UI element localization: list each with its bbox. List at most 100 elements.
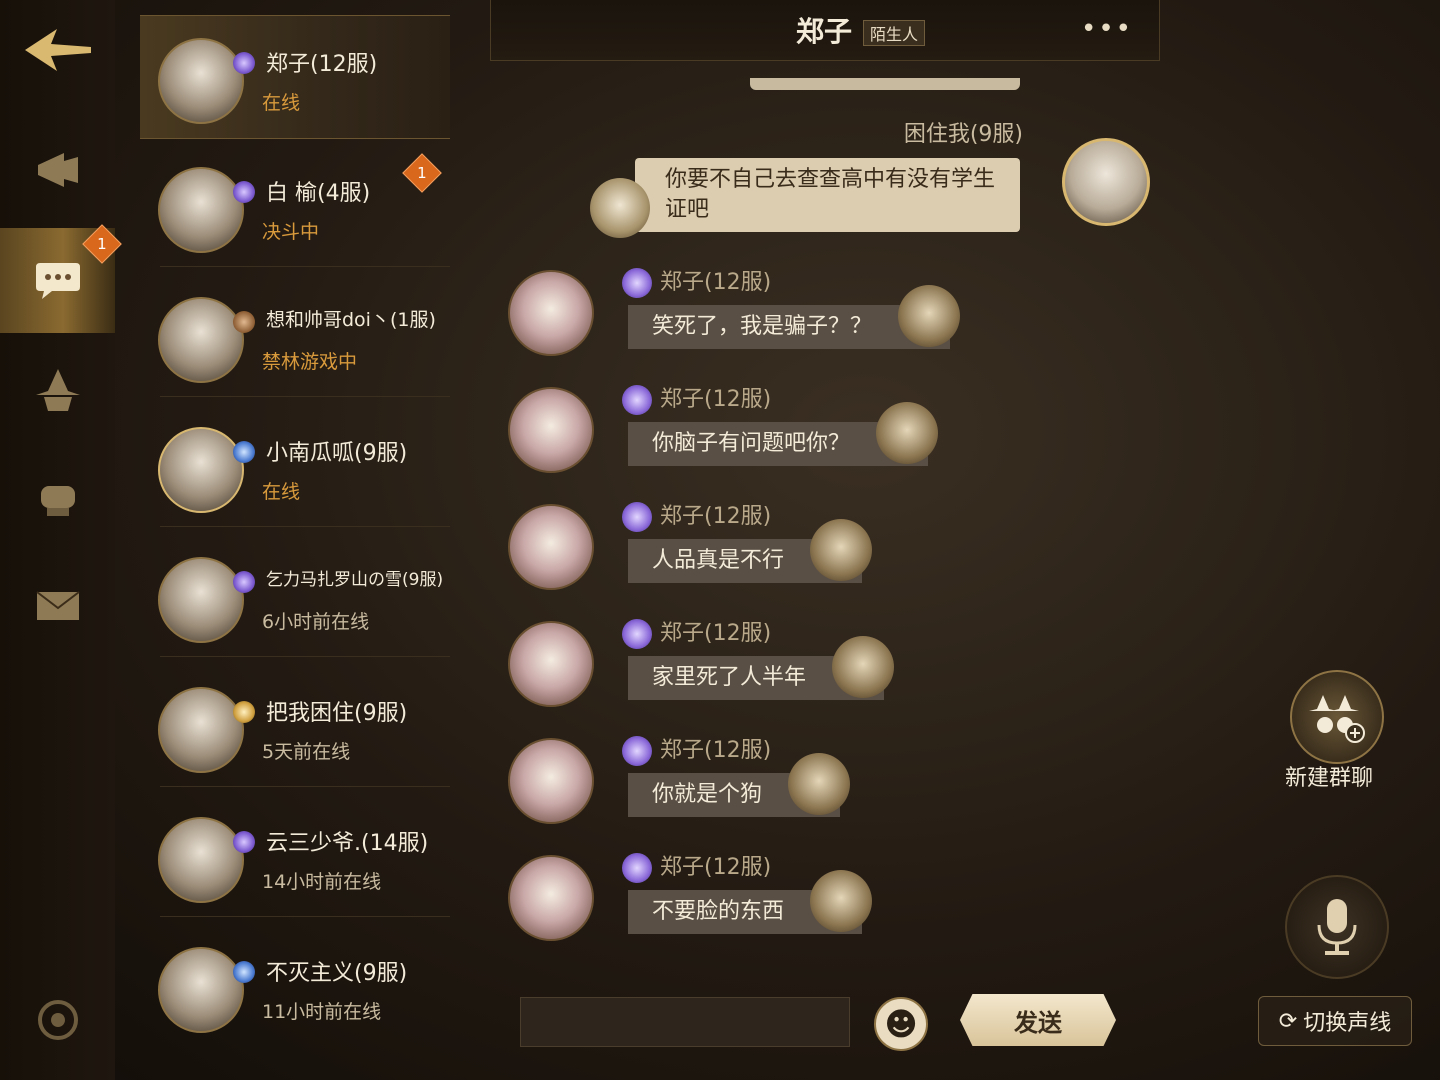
avatar: [158, 687, 244, 773]
megaphone-icon[interactable]: [18, 130, 98, 210]
divider: [160, 786, 450, 787]
owl-icon: [590, 178, 650, 238]
contact-name: 想和帅哥doi丶(1服): [266, 309, 436, 331]
contact-item[interactable]: 小南瓜呱(9服) 在线: [140, 405, 450, 527]
more-options-icon[interactable]: •••: [1081, 14, 1133, 44]
avatar: [158, 297, 244, 383]
switch-voice-button[interactable]: ⟳ 切换声线: [1258, 996, 1412, 1046]
sender-name: 郑子(12服): [660, 387, 772, 412]
message-text: 你脑子有问题吧你？: [652, 431, 851, 456]
incoming-message: 家里死了人半年: [628, 636, 895, 700]
divider: [160, 656, 450, 657]
avatar: [158, 947, 244, 1033]
contact-item[interactable]: 把我困住(9服) 5天前在线: [140, 665, 450, 787]
contact-name: 把我困住(9服): [266, 701, 408, 726]
avatar: [158, 38, 244, 124]
contact-status: 5天前在线: [262, 741, 351, 763]
sender-name: 困住我(9服): [903, 122, 1023, 147]
message-row: 郑子(12服) 笑死了，我是骗子？？: [490, 260, 1158, 376]
sender-name: 郑子(12服): [660, 504, 772, 529]
owl-icon: [788, 753, 851, 815]
contact-list[interactable]: 郑子(12服) 在线 白 榆(4服) 决斗中 1 想和帅哥doi丶(1服) 禁林…: [140, 15, 450, 1055]
contact-status: 禁林游戏中: [262, 351, 358, 373]
owl-icon: [876, 402, 939, 464]
message-text: 笑死了，我是骗子？？: [652, 314, 873, 339]
incoming-message: 你脑子有问题吧你？: [628, 402, 939, 466]
contact-item[interactable]: 云三少爷.(14服) 14小时前在线: [140, 795, 450, 917]
contact-item[interactable]: 不灭主义(9服) 11小时前在线: [140, 925, 450, 1047]
avatar: [158, 817, 244, 903]
previous-bubble-edge: [750, 78, 1020, 90]
message-row: 郑子(12服) 你脑子有问题吧你？: [490, 377, 1158, 493]
contact-item[interactable]: 想和帅哥doi丶(1服) 禁林游戏中: [140, 275, 450, 397]
message-row: 郑子(12服) 不要脸的东西: [490, 845, 1158, 961]
gem-icon: [233, 441, 255, 463]
gem-icon: [233, 311, 255, 333]
incoming-message: 不要脸的东西: [628, 870, 873, 934]
avatar: [508, 270, 594, 356]
new-group-chat-icon[interactable]: [1290, 670, 1384, 764]
contact-item[interactable]: 乞力马扎罗山の雪(9服) 6小时前在线: [140, 535, 450, 657]
gem-icon: [622, 385, 652, 415]
gem-icon: [622, 268, 652, 298]
contact-name: 郑子(12服): [266, 52, 378, 77]
microphone-icon[interactable]: [1285, 875, 1389, 979]
divider: [160, 266, 450, 267]
gem-icon: [233, 831, 255, 853]
refresh-icon: ⟳: [1278, 1008, 1298, 1034]
gem-icon: [233, 571, 255, 593]
owl-icon: [810, 519, 873, 581]
gem-icon: [233, 701, 255, 723]
sender-name: 郑子(12服): [660, 621, 772, 646]
contact-item[interactable]: 白 榆(4服) 决斗中 1: [140, 145, 450, 267]
incoming-message: 人品真是不行: [628, 519, 873, 583]
back-arrow-icon[interactable]: [18, 10, 98, 90]
send-button[interactable]: 发送: [960, 994, 1116, 1046]
gem-icon: [622, 736, 652, 766]
fist-icon[interactable]: [18, 456, 98, 536]
chat-tab[interactable]: 1: [0, 224, 122, 333]
switch-voice-label: 切换声线: [1303, 1011, 1392, 1036]
gem-icon: [622, 853, 652, 883]
contact-status: 在线: [262, 481, 301, 503]
nav-rail: 1: [0, 0, 122, 1080]
gem-icon: [233, 181, 255, 203]
incoming-message: 你就是个狗: [628, 753, 851, 817]
emoji-icon[interactable]: ☻: [874, 997, 928, 1051]
avatar: [158, 167, 244, 253]
contact-name: 云三少爷.(14服): [266, 831, 429, 856]
avatar: [1062, 138, 1150, 226]
sender-name: 郑子(12服): [660, 738, 772, 763]
avatar: [158, 557, 244, 643]
settings-gear-icon[interactable]: [18, 980, 98, 1060]
contact-name: 白 榆(4服): [266, 181, 371, 206]
sender-name: 郑子(12服): [660, 270, 772, 295]
contact-status: 11小时前在线: [262, 1001, 382, 1023]
gem-icon: [622, 619, 652, 649]
message-list[interactable]: 困住我(9服) 你要不自己去查查高中有没有学生证吧 郑子(12服) 笑死了，我是…: [490, 60, 1158, 990]
divider: [160, 916, 450, 917]
contact-status: 在线: [262, 92, 301, 114]
contact-item[interactable]: 郑子(12服) 在线: [140, 15, 450, 139]
contact-status: 决斗中: [262, 221, 320, 243]
wizard-hat-icon[interactable]: [18, 350, 98, 430]
chat-title: 郑子: [796, 15, 853, 48]
contact-name: 乞力马扎罗山の雪(9服): [266, 570, 444, 590]
gem-icon: [622, 502, 652, 532]
chat-header: 郑子 陌生人 •••: [490, 0, 1160, 61]
chat-unread-badge: 1: [82, 224, 122, 264]
avatar: [158, 427, 244, 513]
new-group-chat-label[interactable]: 新建群聊: [1285, 760, 1373, 792]
outgoing-message: 你要不自己去查查高中有没有学生证吧: [635, 158, 1020, 232]
incoming-message: 笑死了，我是骗子？？: [628, 285, 961, 349]
message-row: 郑子(12服) 家里死了人半年: [490, 611, 1158, 727]
message-input[interactable]: [520, 997, 850, 1047]
contact-name: 不灭主义(9服): [266, 961, 408, 986]
owl-icon: [832, 636, 895, 698]
message-row: 郑子(12服) 人品真是不行: [490, 494, 1158, 610]
message-text: 人品真是不行: [652, 548, 785, 573]
avatar: [508, 738, 594, 824]
unread-badge: 1: [402, 153, 442, 193]
mail-icon[interactable]: [18, 566, 98, 646]
message-text: 你就是个狗: [652, 782, 763, 807]
